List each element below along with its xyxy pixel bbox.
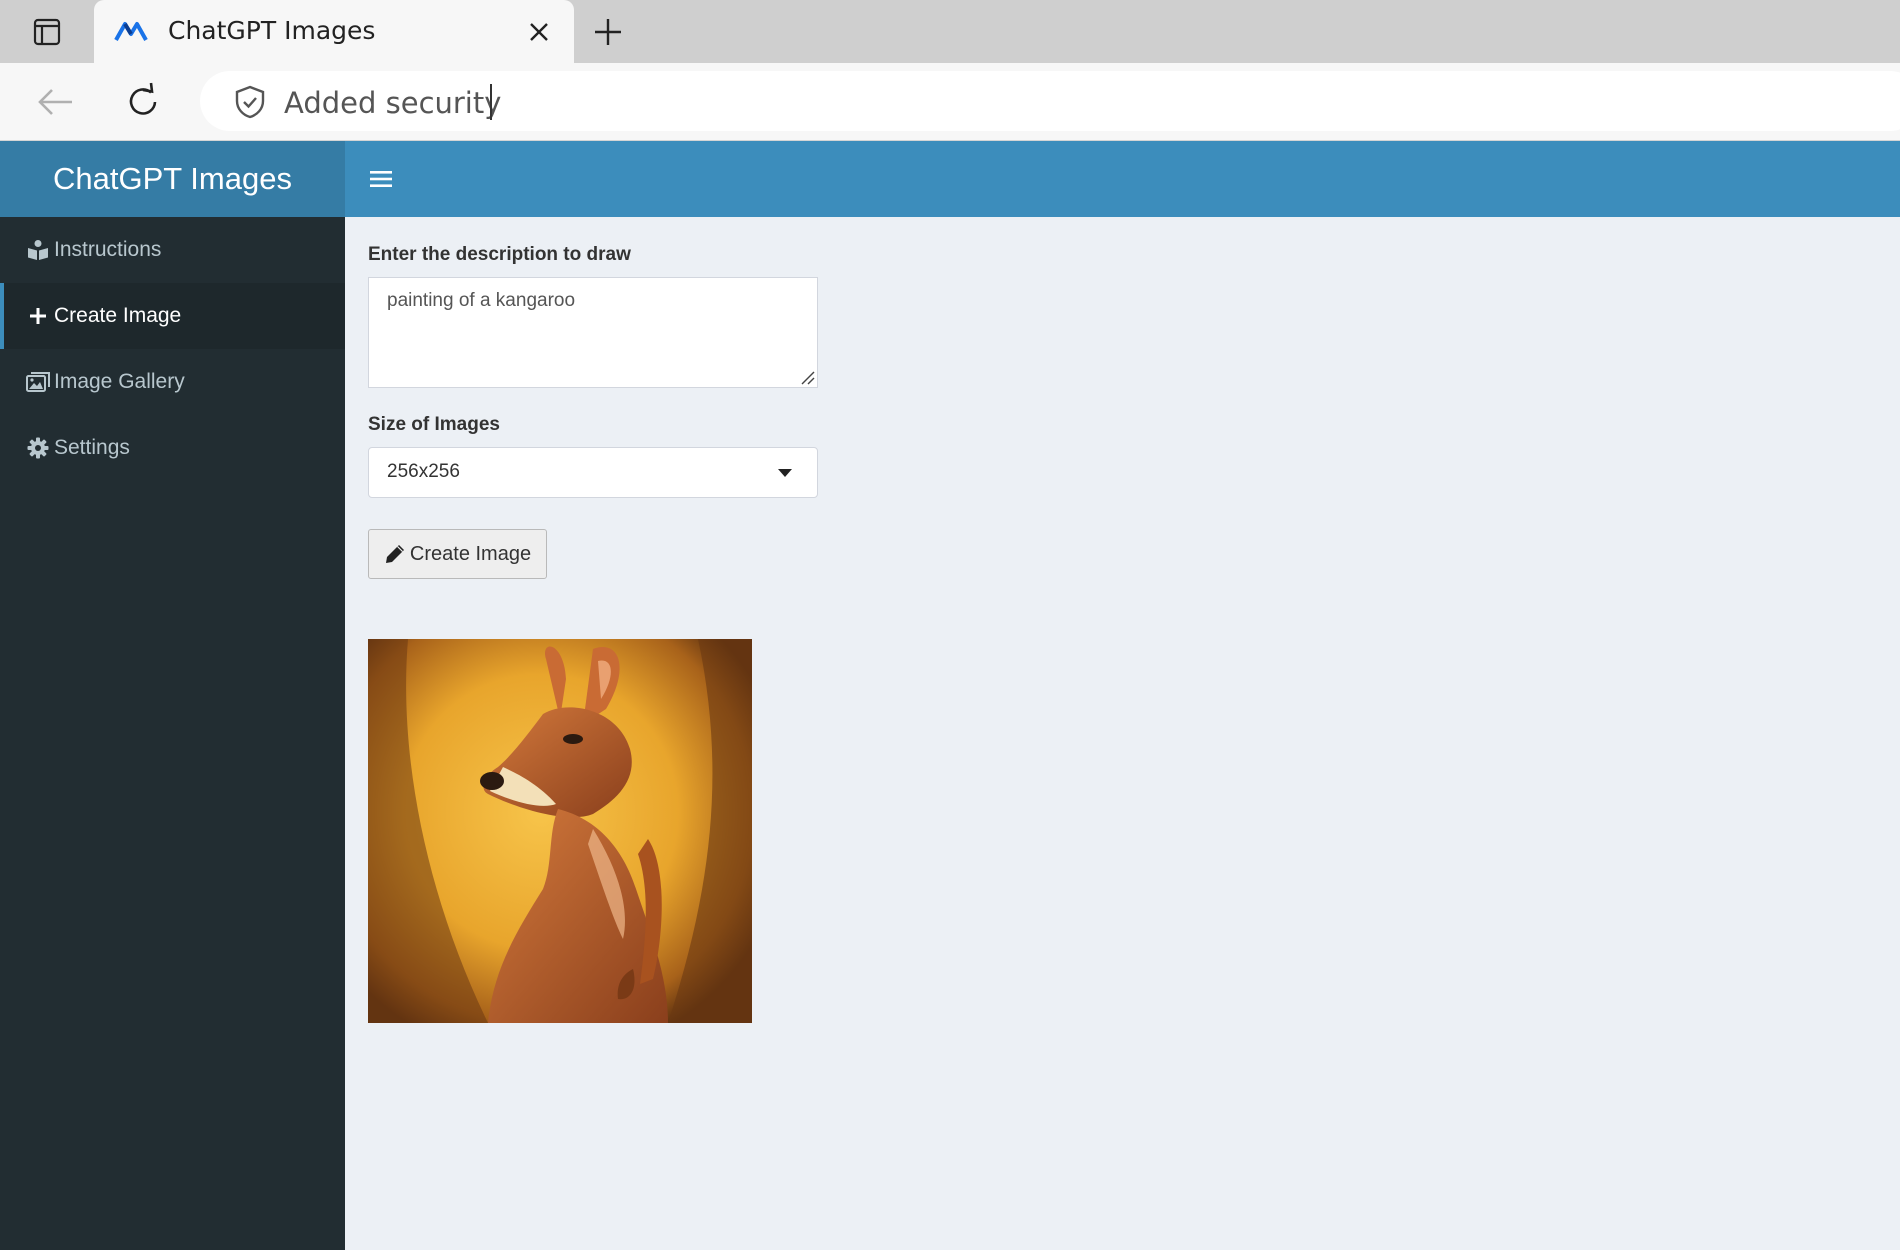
- description-label: Enter the description to draw: [368, 244, 631, 265]
- browser-toolbar: Added security: [0, 63, 1900, 141]
- address-bar[interactable]: Added security: [200, 71, 1900, 131]
- sidebar: Instructions Create Image Image Gallery: [0, 217, 345, 1250]
- plus-icon: [26, 304, 50, 328]
- browser-tab[interactable]: ChatGPT Images: [94, 0, 574, 63]
- close-tab-icon[interactable]: [526, 19, 552, 45]
- create-image-button[interactable]: Create Image: [368, 529, 547, 579]
- sidebar-item-label: Create Image: [54, 304, 182, 327]
- sidebar-item-settings[interactable]: Settings: [0, 415, 345, 481]
- back-arrow-icon[interactable]: [34, 83, 76, 121]
- images-icon: [26, 370, 50, 394]
- size-label: Size of Images: [368, 414, 500, 435]
- app-favicon-icon: [114, 22, 148, 41]
- hamburger-icon: [370, 171, 392, 187]
- description-input[interactable]: painting of a kangaroo: [368, 277, 818, 388]
- app-logo[interactable]: ChatGPT Images: [0, 141, 345, 217]
- shield-icon: [235, 85, 265, 119]
- create-image-button-label: Create Image: [409, 542, 532, 565]
- sidebar-item-label: Instructions: [54, 238, 162, 261]
- sidebar-item-image-gallery[interactable]: Image Gallery: [0, 349, 345, 415]
- text-caret: [490, 84, 492, 120]
- size-select[interactable]: 256x256: [368, 447, 818, 498]
- pencil-icon: [384, 543, 406, 565]
- sidebar-toggle-button[interactable]: [365, 163, 397, 195]
- browser-tabstrip: ChatGPT Images: [0, 0, 1900, 63]
- size-selected-value: 256x256: [387, 461, 460, 482]
- generated-image: [368, 639, 752, 1023]
- address-text: Added security: [284, 86, 502, 120]
- tab-actions-icon: [33, 18, 61, 46]
- tab-title: ChatGPT Images: [168, 16, 376, 45]
- app-navbar: [345, 141, 1900, 217]
- new-tab-icon[interactable]: [590, 14, 626, 50]
- sidebar-item-instructions[interactable]: Instructions: [0, 217, 345, 283]
- gear-icon: [26, 436, 50, 460]
- sidebar-item-label: Image Gallery: [54, 370, 185, 393]
- book-reader-icon: [26, 238, 50, 262]
- resize-handle-icon[interactable]: [798, 368, 816, 386]
- caret-down-icon: [778, 469, 792, 477]
- sidebar-item-label: Settings: [54, 436, 130, 459]
- tab-actions-button[interactable]: [18, 11, 76, 53]
- sidebar-item-create-image[interactable]: Create Image: [0, 283, 345, 349]
- reload-icon[interactable]: [122, 81, 164, 123]
